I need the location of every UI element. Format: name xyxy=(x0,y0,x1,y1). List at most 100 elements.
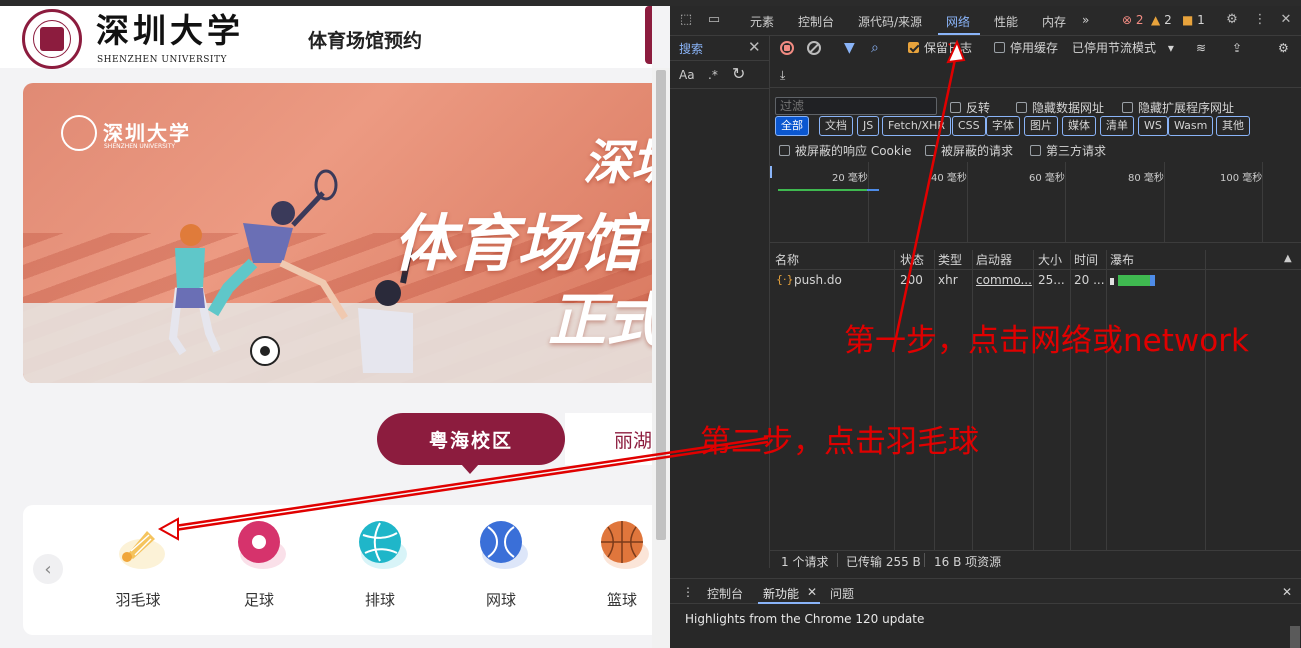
export-har-icon[interactable]: ⤓ xyxy=(780,66,785,84)
tab-memory[interactable]: 内存 xyxy=(1042,13,1066,30)
inspect-element-icon[interactable]: ⬚ xyxy=(678,12,694,28)
carousel-prev-button[interactable]: ‹ xyxy=(33,554,63,584)
filter-input[interactable] xyxy=(775,97,937,115)
device-toolbar-icon[interactable]: ▭ xyxy=(706,12,722,28)
close-drawer-icon[interactable]: ✕ xyxy=(1282,585,1292,599)
sport-item-volleyball[interactable]: 排球 xyxy=(340,517,420,612)
third-party-label: 第三方请求 xyxy=(1046,144,1107,158)
drawer-tab-issues[interactable]: 问题 xyxy=(830,585,854,602)
drawer-menu-icon[interactable]: ⋮ xyxy=(682,585,694,599)
type-filter-ws[interactable]: WS xyxy=(1138,116,1168,136)
clear-log-icon[interactable] xyxy=(807,41,821,55)
column-name[interactable]: 名称 xyxy=(775,251,799,268)
type-filter-js[interactable]: JS xyxy=(857,116,880,136)
network-settings-gear-icon[interactable]: ⚙ xyxy=(1278,39,1289,57)
close-search-icon[interactable]: ✕ xyxy=(748,38,761,56)
preserve-log-checkbox[interactable]: 保留日志 xyxy=(908,39,972,57)
drawer-scrollbar[interactable] xyxy=(1290,626,1300,648)
campus-tab-lihu[interactable]: 丽湖 xyxy=(614,426,652,453)
type-filter-other[interactable]: 其他 xyxy=(1216,116,1250,136)
tab-network[interactable]: 网络 xyxy=(946,13,970,30)
warning-count-badge[interactable]: ▲ 2 xyxy=(1151,13,1172,27)
sport-label: 羽毛球 xyxy=(115,591,161,609)
xhr-icon: {·} xyxy=(776,273,794,286)
drawer-tabbar: ⋮ 控制台 新功能 ✕ 问题 ✕ xyxy=(670,578,1301,604)
request-name[interactable]: push.do xyxy=(794,273,842,287)
filter-funnel-icon[interactable]: ▼ xyxy=(844,39,855,57)
step1-annotation: 第一步，点击网络或network xyxy=(844,323,1249,359)
disable-cache-checkbox[interactable]: 停用缓存 xyxy=(994,39,1058,57)
request-initiator-link[interactable]: commo... xyxy=(976,273,1032,287)
hero-banner[interactable]: 深圳大学 SHENZHEN UNIVERSITY 深圳 体育场馆 正 xyxy=(23,83,652,383)
waterfall-download-bar xyxy=(1150,275,1155,286)
type-filter-all[interactable]: 全部 xyxy=(775,116,809,136)
tab-sources[interactable]: 源代码/来源 xyxy=(858,13,922,30)
tab-elements[interactable]: 元素 xyxy=(750,13,774,30)
table-row[interactable]: {·} push.do 200 xhr commo... 25... 20 ..… xyxy=(770,272,1301,292)
checkbox-icon xyxy=(1030,145,1041,156)
network-panel: ▼ ⌕ 保留日志 停用缓存 已停用节流模式 ▾ ≋ ⇪ ⚙ ⤓ 反转 隐藏数据网… xyxy=(770,36,1301,569)
issues-count-badge[interactable]: ■ 1 xyxy=(1182,13,1205,27)
settings-gear-icon[interactable]: ⚙ xyxy=(1224,12,1240,28)
column-initiator[interactable]: 启动器 xyxy=(976,251,1012,268)
close-whats-new-icon[interactable]: ✕ xyxy=(807,585,817,599)
type-filter-font[interactable]: 字体 xyxy=(986,116,1020,136)
regex-button[interactable]: .* xyxy=(708,68,718,82)
kebab-menu-icon[interactable]: ⋮ xyxy=(1252,12,1268,28)
column-status[interactable]: 状态 xyxy=(900,251,924,268)
university-name-en: SHENZHEN UNIVERSITY xyxy=(97,55,227,65)
football-icon xyxy=(232,517,286,571)
type-filter-doc[interactable]: 文档 xyxy=(819,116,853,136)
type-filter-img[interactable]: 图片 xyxy=(1024,116,1058,136)
type-filter-css[interactable]: CSS xyxy=(952,116,986,136)
blocked-cookies-label: 被屏蔽的响应 Cookie xyxy=(795,144,912,158)
error-count-badge[interactable]: ⊗ 2 xyxy=(1122,13,1144,27)
column-time[interactable]: 时间 xyxy=(1074,251,1098,268)
sport-item-football[interactable]: 足球 xyxy=(219,517,299,612)
campus-tab-yuehai[interactable]: 粤海校区 xyxy=(377,413,565,474)
timeline-label: 100 毫秒 xyxy=(1220,173,1263,184)
invert-label: 反转 xyxy=(966,101,991,115)
request-time: 20 ... xyxy=(1074,273,1105,287)
sport-item-basketball[interactable]: 篮球 xyxy=(582,517,662,612)
hide-extension-urls-checkbox[interactable]: 隐藏扩展程序网址 xyxy=(1122,99,1234,116)
sport-item-badminton[interactable]: 羽毛球 xyxy=(98,517,178,612)
blocked-cookies-checkbox[interactable]: 被屏蔽的响应 Cookie xyxy=(779,142,912,159)
network-conditions-icon[interactable]: ≋ xyxy=(1196,39,1206,57)
checkbox-icon xyxy=(994,42,1005,53)
record-stop-icon[interactable] xyxy=(780,41,794,55)
tab-console[interactable]: 控制台 xyxy=(798,13,834,30)
close-devtools-icon[interactable]: ✕ xyxy=(1278,12,1294,28)
search-pane-title[interactable]: 搜索 xyxy=(679,40,703,57)
invert-checkbox[interactable]: 反转 xyxy=(950,99,990,116)
sport-item-tennis[interactable]: 网球 xyxy=(461,517,541,612)
tab-performance[interactable]: 性能 xyxy=(994,13,1018,30)
search-icon[interactable]: ⌕ xyxy=(871,39,879,57)
match-case-button[interactable]: Aa xyxy=(679,68,695,82)
column-type[interactable]: 类型 xyxy=(938,251,962,268)
type-filter-media[interactable]: 媒体 xyxy=(1062,116,1096,136)
warning-count: 2 xyxy=(1164,13,1172,27)
blocked-requests-checkbox[interactable]: 被屏蔽的请求 xyxy=(925,142,1013,159)
waterfall-queued-bar xyxy=(1110,278,1114,285)
column-size[interactable]: 大小 xyxy=(1038,251,1062,268)
throttling-select[interactable]: 已停用节流模式 ▾ xyxy=(1072,39,1174,57)
third-party-checkbox[interactable]: 第三方请求 xyxy=(1030,142,1106,159)
more-tabs-button[interactable]: » xyxy=(1082,13,1089,27)
drawer-tab-console[interactable]: 控制台 xyxy=(707,585,743,602)
page-scrollbar[interactable] xyxy=(652,68,670,648)
column-waterfall[interactable]: 瀑布 xyxy=(1110,251,1134,268)
import-har-icon[interactable]: ⇪ xyxy=(1232,39,1242,57)
network-overview-timeline[interactable]: 20 毫秒 40 毫秒 60 毫秒 80 毫秒 100 毫秒 xyxy=(770,162,1301,243)
sort-ascending-icon[interactable]: ▲ xyxy=(1284,253,1292,264)
type-filter-manifest[interactable]: 清单 xyxy=(1100,116,1134,136)
university-name-cn[interactable]: 深圳大学 xyxy=(96,12,244,50)
scrollbar-thumb[interactable] xyxy=(656,70,666,540)
type-filter-wasm[interactable]: Wasm xyxy=(1168,116,1214,136)
refresh-search-icon[interactable]: ↻ xyxy=(732,64,745,83)
transferred-size: 已传输 255 B xyxy=(846,555,921,569)
university-seal-logo[interactable] xyxy=(22,9,82,69)
hide-data-urls-checkbox[interactable]: 隐藏数据网址 xyxy=(1016,99,1104,116)
type-filter-fetch-xhr[interactable]: Fetch/XHR xyxy=(882,116,951,136)
drawer-tab-whats-new[interactable]: 新功能 xyxy=(763,585,799,602)
